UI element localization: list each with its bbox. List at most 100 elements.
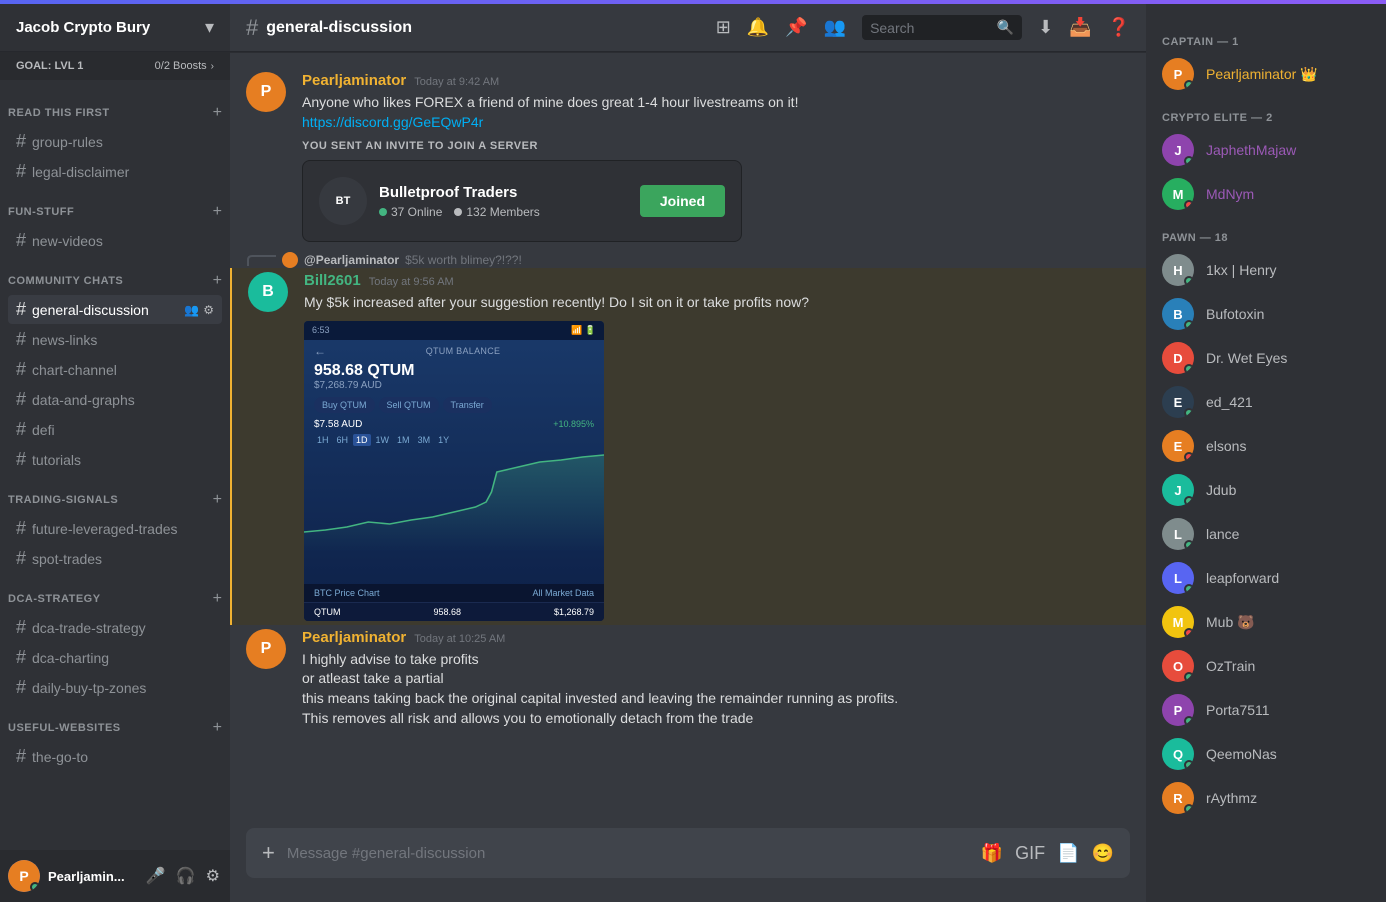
offline-dot (454, 208, 462, 216)
channel-general-discussion[interactable]: # general-discussion 👥 ⚙ (8, 295, 222, 324)
members-icon: 👥 (184, 303, 199, 317)
member-leapforward[interactable]: L leapforward (1154, 556, 1378, 600)
period-1d[interactable]: 1D (353, 434, 371, 446)
member-name: lance (1206, 526, 1239, 542)
channel-group-rules[interactable]: # group-rules (8, 127, 222, 156)
sticker-icon[interactable]: 📄 (1057, 843, 1079, 864)
member-ed421[interactable]: E ed_421 (1154, 380, 1378, 424)
member-status-dot (1184, 320, 1194, 330)
channel-future-leveraged-trades[interactable]: # future-leveraged-trades (8, 514, 222, 543)
channel-the-go-to[interactable]: # the-go-to (8, 742, 222, 771)
search-box[interactable]: 🔍 (862, 15, 1022, 40)
member-avatar: R (1162, 782, 1194, 814)
channel-defi[interactable]: # defi (8, 415, 222, 444)
category-trading-signals[interactable]: TRADING-SIGNALS + (0, 475, 230, 513)
member-japhethmajaw[interactable]: J JaphethMajaw (1154, 128, 1378, 172)
category-fun-stuff[interactable]: FUN-STUFF + (0, 187, 230, 225)
period-6h[interactable]: 6H (334, 434, 352, 446)
channel-hash-icon: # (246, 15, 258, 41)
message-author[interactable]: Pearljaminator (302, 72, 406, 89)
gift-icon[interactable]: 🎁 (981, 843, 1003, 864)
server-header[interactable]: Jacob Crypto Bury ▾ (0, 4, 230, 52)
gif-icon[interactable]: GIF (1015, 843, 1045, 864)
member-avatar: B (1162, 298, 1194, 330)
add-channel-icon[interactable]: + (213, 491, 222, 509)
member-avatar: M (1162, 178, 1194, 210)
member-jdub[interactable]: J Jdub (1154, 468, 1378, 512)
attach-icon[interactable]: + (262, 828, 275, 878)
sell-qtum-button[interactable]: Sell QTUM (379, 397, 439, 413)
channel-daily-buy-tp-zones[interactable]: # daily-buy-tp-zones (8, 673, 222, 702)
emoji-icon[interactable]: 😊 (1092, 843, 1114, 864)
category-read-first[interactable]: READ THIS FIRST + (0, 88, 230, 126)
member-dr-wet-eyes[interactable]: D Dr. Wet Eyes (1154, 336, 1378, 380)
period-1h[interactable]: 1H (314, 434, 332, 446)
category-dca-strategy[interactable]: DCA-STRATEGY + (0, 574, 230, 612)
message-input[interactable] (287, 833, 969, 874)
channel-legal-disclaimer[interactable]: # legal-disclaimer (8, 157, 222, 186)
inbox-icon[interactable]: 📥 (1069, 17, 1091, 38)
member-porta7511[interactable]: P Porta7511 (1154, 688, 1378, 732)
period-1w[interactable]: 1W (373, 434, 393, 446)
channel-dca-charting[interactable]: # dca-charting (8, 643, 222, 672)
search-input[interactable] (870, 20, 991, 36)
period-1m[interactable]: 1M (394, 434, 413, 446)
category-useful-websites[interactable]: USEFUL-WEBSITES + (0, 703, 230, 741)
message-author[interactable]: Bill2601 (304, 272, 361, 289)
member-name: Porta7511 (1206, 702, 1270, 718)
channel-tutorials[interactable]: # tutorials (8, 445, 222, 474)
member-qeemonas[interactable]: Q QeemoNas (1154, 732, 1378, 776)
add-channel-icon[interactable]: + (213, 104, 222, 122)
join-button[interactable]: Joined (640, 185, 725, 217)
discord-link[interactable]: https://discord.gg/GeEQwP4r (302, 114, 483, 130)
member-status-dot (1184, 276, 1194, 286)
add-channel-icon[interactable]: + (213, 272, 222, 290)
member-oztrain[interactable]: O OzTrain (1154, 644, 1378, 688)
chart-footer-data: All Market Data (532, 588, 594, 598)
channel-new-videos[interactable]: # new-videos (8, 226, 222, 255)
member-status-dot (1184, 200, 1194, 210)
member-status-dot (1184, 364, 1194, 374)
help-icon[interactable]: ❓ (1108, 17, 1130, 38)
buy-qtum-button[interactable]: Buy QTUM (314, 397, 375, 413)
hash-icon[interactable]: ⊞ (716, 17, 731, 38)
channel-dca-trade-strategy[interactable]: # dca-trade-strategy (8, 613, 222, 642)
add-channel-icon[interactable]: + (213, 203, 222, 221)
notification-icon[interactable]: 🔔 (747, 17, 769, 38)
channel-spot-trades[interactable]: # spot-trades (8, 544, 222, 573)
pin-icon[interactable]: 📌 (785, 17, 807, 38)
member-name: OzTrain (1206, 658, 1255, 674)
message-author[interactable]: Pearljaminator (302, 629, 406, 646)
channel-data-and-graphs[interactable]: # data-and-graphs (8, 385, 222, 414)
category-community-chats[interactable]: COMMUNITY CHATS + (0, 256, 230, 294)
member-raythmz[interactable]: R rAythmz (1154, 776, 1378, 820)
boost-bar[interactable]: GOAL: LVL 1 0/2 Boosts › (0, 52, 230, 80)
member-elsons[interactable]: E elsons (1154, 424, 1378, 468)
crypto-chart: 6:53 📶 🔋 ← QTUM BALANCE 958.68 QTUM $7,2… (304, 321, 604, 621)
channel-news-links[interactable]: # news-links (8, 325, 222, 354)
members-icon[interactable]: 👥 (824, 17, 846, 38)
member-name: rAythmz (1206, 790, 1257, 806)
member-status-dot (1184, 672, 1194, 682)
message-input-area: + 🎁 GIF 📄 😊 (230, 828, 1146, 902)
member-1kx-henry[interactable]: H 1kx | Henry (1154, 248, 1378, 292)
settings-icon[interactable]: ⚙ (204, 864, 222, 888)
settings-icon[interactable]: ⚙ (203, 303, 214, 317)
mute-icon[interactable]: 🎤 (144, 864, 168, 888)
add-channel-icon[interactable]: + (213, 719, 222, 737)
transfer-button[interactable]: Transfer (443, 397, 492, 413)
member-avatar: H (1162, 254, 1194, 286)
add-channel-icon[interactable]: + (213, 590, 222, 608)
member-mub[interactable]: M Mub 🐻 (1154, 600, 1378, 644)
member-bufotoxin[interactable]: B Bufotoxin (1154, 292, 1378, 336)
member-pearljaminator[interactable]: P Pearljaminator 👑 (1154, 52, 1378, 96)
period-1y[interactable]: 1Y (435, 434, 452, 446)
member-status-dot (1184, 760, 1194, 770)
member-mdnym[interactable]: M MdNym (1154, 172, 1378, 216)
member-lance[interactable]: L lance (1154, 512, 1378, 556)
download-icon[interactable]: ⬇ (1038, 17, 1053, 38)
member-name: QeemoNas (1206, 746, 1277, 762)
headphone-icon[interactable]: 🎧 (174, 864, 198, 888)
channel-chart-channel[interactable]: # chart-channel (8, 355, 222, 384)
period-3m[interactable]: 3M (415, 434, 434, 446)
